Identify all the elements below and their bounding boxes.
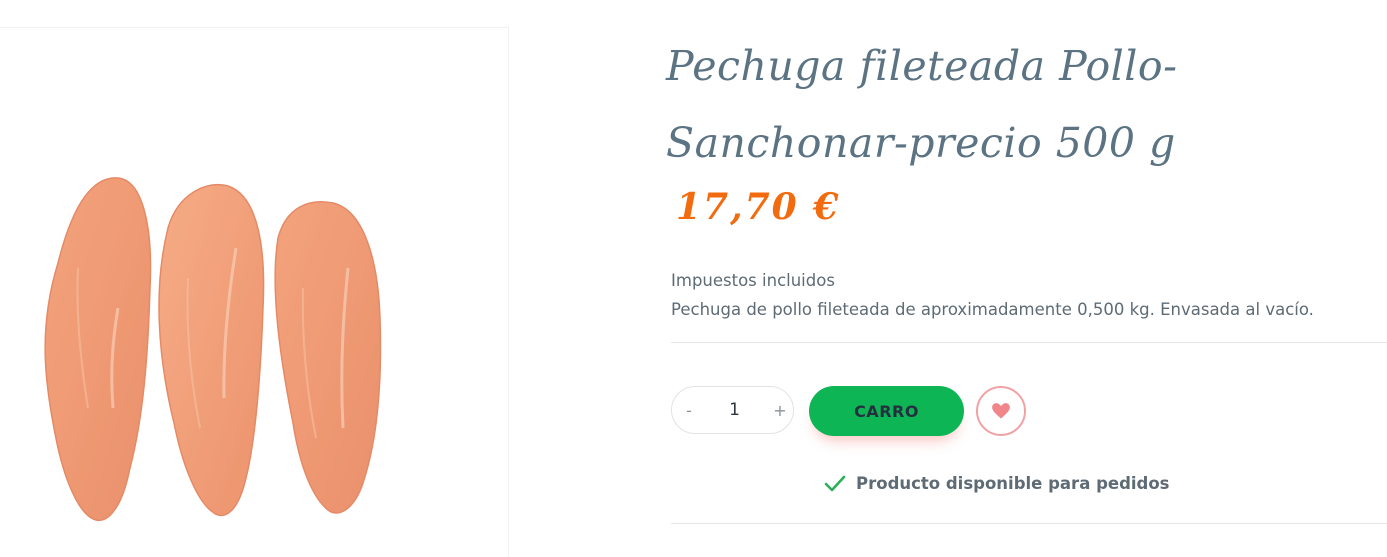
heart-icon	[992, 403, 1010, 419]
decrease-quantity-button[interactable]: -	[682, 401, 696, 420]
quantity-input[interactable]	[707, 399, 762, 421]
add-to-cart-button[interactable]: CARRO	[809, 386, 964, 436]
wishlist-button[interactable]	[976, 386, 1026, 436]
tax-note: Impuestos incluidos	[671, 271, 835, 290]
divider	[671, 342, 1387, 343]
check-icon	[824, 475, 846, 491]
quantity-stepper: - +	[671, 386, 794, 434]
availability-status: Producto disponible para pedidos	[824, 474, 1170, 493]
product-price: 17,70 €	[676, 186, 841, 228]
availability-text: Producto disponible para pedidos	[856, 474, 1170, 493]
divider	[671, 523, 1387, 524]
product-title: Pechuga fileteada Pollo-Sanchonar-precio…	[666, 42, 1178, 167]
product-description: Pechuga de pollo fileteada de aproximada…	[671, 300, 1314, 319]
chicken-breast-image[interactable]	[18, 168, 408, 528]
increase-quantity-button[interactable]: +	[773, 401, 787, 420]
product-image-panel	[0, 27, 509, 557]
